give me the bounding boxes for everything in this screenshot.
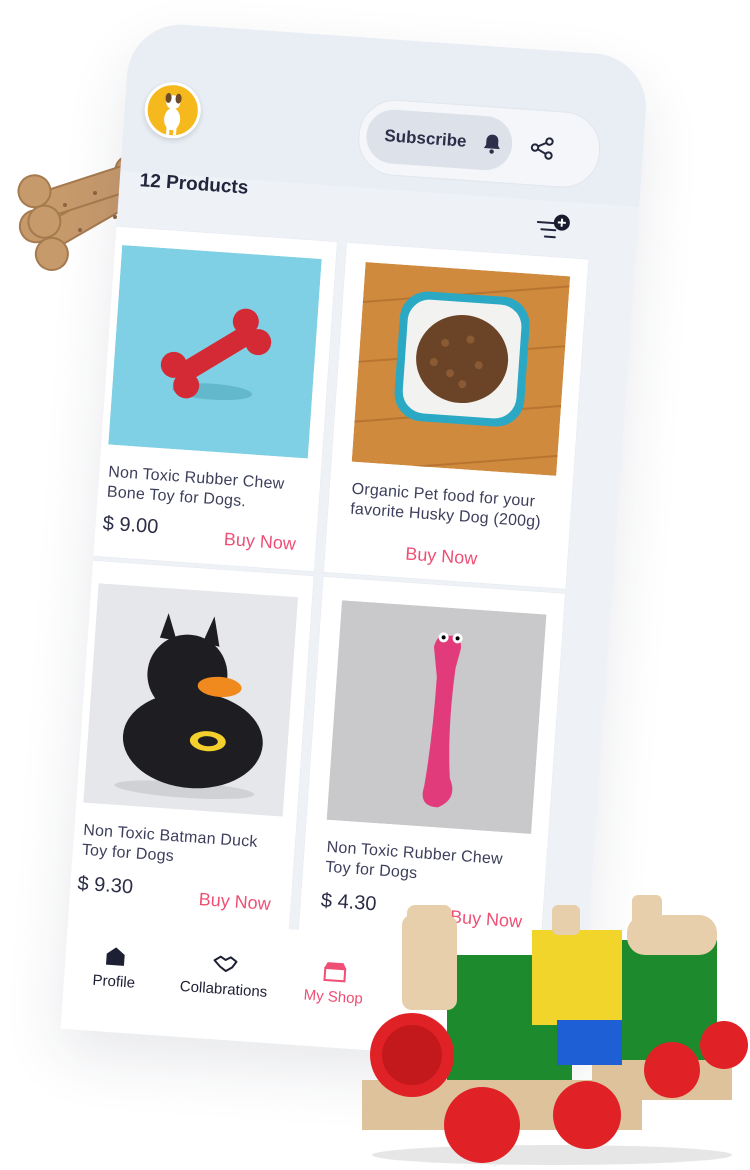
- subscribe-button[interactable]: Subscribe: [364, 107, 515, 172]
- product-price: $ 9.00: [101, 512, 159, 539]
- bone-toy-image: [108, 245, 322, 459]
- nav-collabrations[interactable]: Collabrations: [168, 949, 281, 1002]
- handshake-icon: [213, 955, 238, 973]
- product-card[interactable]: Non Toxic Batman Duck Toy for Dogs $ 9.3…: [60, 558, 315, 933]
- product-price: $ 9.30: [76, 872, 134, 899]
- product-title: Non Toxic Rubber Chew Bone Toy for Dogs.: [106, 463, 285, 511]
- nav-profile[interactable]: Profile: [73, 943, 156, 993]
- subscribe-label: Subscribe: [383, 126, 468, 151]
- product-card[interactable]: Non Toxic Rubber Chew Bone Toy for Dogs.…: [81, 224, 339, 573]
- share-icon[interactable]: [528, 134, 556, 162]
- product-title: Organic Pet food for your favorite Husky…: [349, 480, 542, 531]
- batman-duck-image: [83, 583, 299, 817]
- product-card[interactable]: Organic Pet food for your favorite Husky…: [322, 241, 590, 590]
- buy-now-button[interactable]: Buy Now: [405, 544, 478, 570]
- buy-now-button[interactable]: Buy Now: [198, 889, 271, 915]
- product-title: Non Toxic Batman Duck Toy for Dogs: [81, 821, 259, 866]
- dog-avatar-icon: [146, 83, 200, 137]
- wooden-train-illustration: [362, 895, 748, 1165]
- filter-add-icon[interactable]: [534, 212, 572, 246]
- shop-icon: [323, 962, 347, 983]
- bell-icon: [484, 134, 501, 154]
- chew-toy-image: [326, 600, 547, 834]
- home-icon: [105, 947, 125, 966]
- pet-food-image: [351, 262, 571, 476]
- buy-now-button[interactable]: Buy Now: [223, 529, 296, 555]
